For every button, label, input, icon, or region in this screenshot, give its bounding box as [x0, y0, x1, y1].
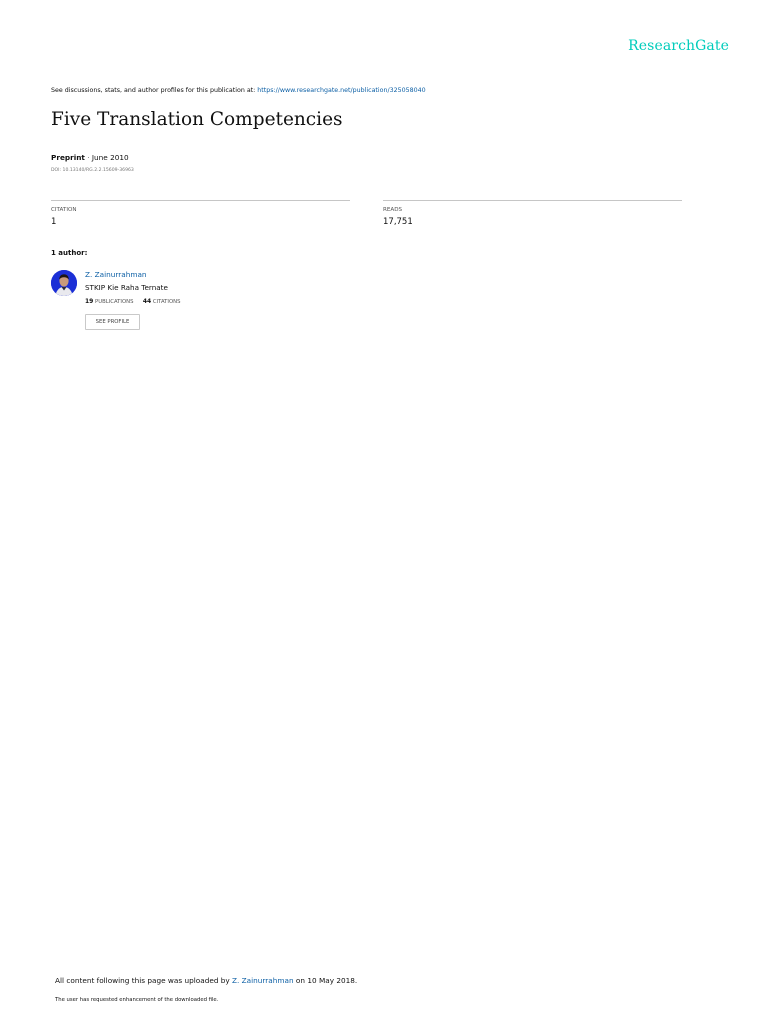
citations-count: 44: [142, 298, 152, 305]
citation-label: CITATION: [51, 207, 77, 213]
discussion-prefix: See discussions, stats, and author profi…: [51, 87, 258, 94]
publication-title: Five Translation Competencies: [51, 109, 343, 130]
researchgate-logo[interactable]: ResearchGate: [628, 38, 729, 54]
reads-label: READS: [383, 207, 403, 213]
discussion-notice: See discussions, stats, and author profi…: [51, 87, 426, 94]
uploader-link[interactable]: Z. Zainurrahman: [232, 976, 294, 985]
upload-notice: All content following this page was uplo…: [55, 976, 357, 985]
publication-link[interactable]: https://www.researchgate.net/publication…: [257, 87, 425, 94]
meta-separator: ·: [84, 153, 92, 162]
authors-heading: 1 author:: [51, 249, 88, 257]
see-profile-button[interactable]: SEE PROFILE: [85, 314, 140, 330]
upload-prefix: All content following this page was uplo…: [55, 976, 233, 985]
enhancement-note: The user has requested enhancement of th…: [55, 997, 219, 1003]
reads-divider: [383, 200, 682, 201]
publication-type: Preprint: [51, 153, 85, 162]
author-avatar[interactable]: [51, 270, 77, 296]
publication-date: June 2010: [91, 153, 129, 162]
citation-count: 1: [51, 217, 57, 227]
publications-count: 19: [85, 298, 94, 305]
upload-suffix: on 10 May 2018.: [293, 976, 358, 985]
author-stats: 19 PUBLICATIONS 44 CITATIONS: [85, 298, 180, 305]
publications-label: PUBLICATIONS: [95, 299, 134, 305]
citation-divider: [51, 200, 350, 201]
publication-doi: DOI: 10.13140/RG.2.2.15609-36963: [51, 168, 134, 173]
avatar-photo: [51, 270, 77, 296]
citations-label: CITATIONS: [152, 299, 181, 305]
publication-meta: Preprint · June 2010: [51, 153, 129, 162]
reads-count: 17,751: [383, 217, 413, 227]
author-institution: STKIP Kie Raha Ternate: [85, 283, 168, 292]
author-name-link[interactable]: Z. Zainurrahman: [85, 270, 147, 279]
